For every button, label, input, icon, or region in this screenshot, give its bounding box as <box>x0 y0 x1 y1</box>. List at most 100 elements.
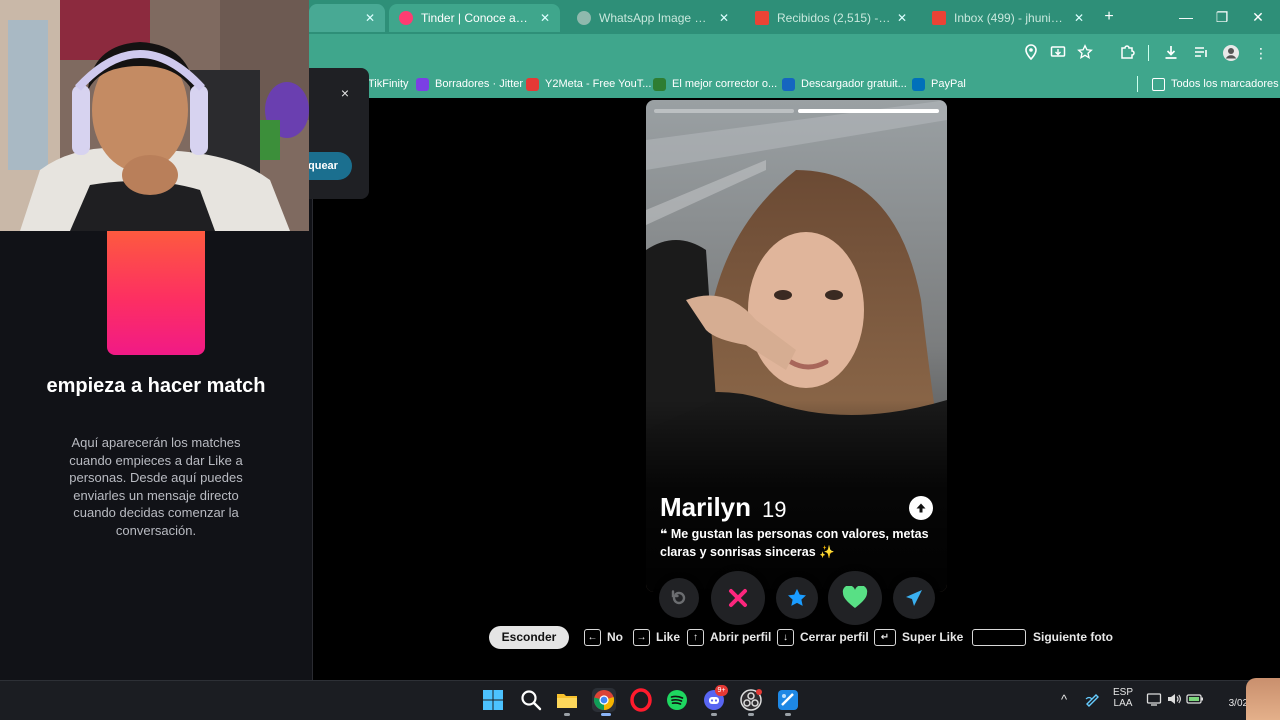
space-key-icon <box>972 629 1026 646</box>
menu-icon[interactable]: ⋮ <box>1252 44 1270 62</box>
input-language[interactable]: ESP LAA <box>1110 687 1136 709</box>
active-indicator <box>601 713 611 716</box>
photo-progress-bar-active[interactable] <box>798 109 939 113</box>
bookmark-label: TikFinity <box>368 78 409 90</box>
open-profile-button[interactable] <box>909 496 933 520</box>
tab-gmail-recibidos[interactable]: Recibidos (2,515) - icebos ✕ <box>745 4 917 32</box>
hint-label: No <box>607 630 623 644</box>
tab-close-icon[interactable]: ✕ <box>1074 11 1084 25</box>
tab-partial[interactable]: ✕ <box>309 4 385 32</box>
discord-badge: 9+ <box>715 685 728 696</box>
hint-label: Siguiente foto <box>1033 630 1113 644</box>
rewind-icon <box>671 590 686 605</box>
bookmark-label: Y2Meta - Free YouT... <box>545 78 652 90</box>
location-icon[interactable] <box>1022 44 1040 62</box>
nope-button[interactable] <box>711 571 765 625</box>
matches-empty-illustration <box>107 231 205 355</box>
photo-progress-bar[interactable] <box>654 109 794 113</box>
hint-label: Super Like <box>902 630 964 644</box>
tab-close-icon[interactable]: ✕ <box>897 11 907 25</box>
gmail-favicon-icon <box>755 11 769 25</box>
hint-no: ← No <box>584 628 623 646</box>
tab-close-icon[interactable]: ✕ <box>365 11 375 25</box>
bookmark-paypal[interactable]: PayPal <box>912 76 966 92</box>
chrome-icon[interactable] <box>592 688 616 712</box>
like-icon <box>842 586 868 608</box>
profile-card[interactable]: Marilyn 19 ❝ Me gustan las personas con … <box>646 100 947 592</box>
corrector-icon <box>653 77 666 91</box>
obs-icon[interactable] <box>739 688 763 712</box>
like-button[interactable] <box>828 571 882 625</box>
arrow-down-key-icon: ↓ <box>777 628 794 646</box>
image-favicon-icon <box>577 11 591 25</box>
all-bookmarks-folder[interactable]: Todos los marcadores <box>1152 76 1279 92</box>
bookmark-corrector[interactable]: El mejor corrector o... <box>653 76 777 92</box>
active-indicator <box>564 713 570 716</box>
y2meta-icon <box>526 77 539 91</box>
file-explorer-icon[interactable] <box>555 688 579 712</box>
popup-close-button[interactable]: × <box>336 84 354 102</box>
hint-next-photo: Siguiente foto <box>1033 628 1113 646</box>
spotify-icon[interactable] <box>665 688 689 712</box>
battery-icon[interactable] <box>1186 691 1204 710</box>
profile-age: 19 <box>762 497 787 522</box>
profile-icon[interactable] <box>1222 44 1240 62</box>
install-icon[interactable] <box>1049 44 1067 62</box>
profile-bio: ❝ Me gustan las personas con valores, me… <box>660 525 932 561</box>
descargador-icon <box>782 77 795 91</box>
webcam-feed-image <box>0 0 309 231</box>
app-icon[interactable] <box>776 688 800 712</box>
tab-gmail-inbox[interactable]: Inbox (499) - jhunialvarad ✕ <box>922 4 1094 32</box>
boost-button[interactable] <box>893 577 935 619</box>
hint-label: Like <box>656 630 681 644</box>
discord-icon[interactable]: 9+ <box>702 685 728 712</box>
arrow-up-key-icon: ↑ <box>687 628 704 646</box>
pen-icon[interactable] <box>1083 690 1103 711</box>
boost-icon <box>906 590 922 606</box>
opera-icon[interactable] <box>629 688 653 712</box>
bookmark-tikfinity[interactable]: TikFinity <box>368 76 409 92</box>
tab-close-icon[interactable]: ✕ <box>719 11 729 25</box>
tab-label: Inbox (499) - jhunialvarad <box>954 11 1068 25</box>
tab-whatsapp-image[interactable]: WhatsApp Image 2026-02 ✕ <box>567 4 739 32</box>
bookmark-label: Descargador gratuit... <box>801 78 907 90</box>
arrow-up-icon <box>916 503 926 513</box>
tab-label: Tinder | Conoce amigos y c <box>421 11 534 25</box>
tab-close-icon[interactable]: ✕ <box>540 11 550 25</box>
tab-tinder[interactable]: Tinder | Conoce amigos y c ✕ <box>389 4 560 32</box>
active-indicator <box>785 713 791 716</box>
super-like-button[interactable] <box>776 577 818 619</box>
profile-name: Marilyn <box>660 492 752 522</box>
rewind-button[interactable] <box>659 578 699 618</box>
bookmark-descargador[interactable]: Descargador gratuit... <box>782 76 907 92</box>
gmail-favicon-icon <box>932 11 946 25</box>
keyboard-layout-label: LAA <box>1113 698 1133 709</box>
hint-close-profile: ↓ Cerrar perfil <box>777 628 869 646</box>
bookmark-jitter[interactable]: Borradores · Jitter <box>416 76 523 92</box>
arrow-right-key-icon: → <box>633 628 650 646</box>
chevron-up-icon[interactable]: ^ <box>1056 692 1072 707</box>
network-icon[interactable] <box>1146 691 1162 710</box>
media-icon[interactable] <box>1192 44 1210 62</box>
search-icon[interactable] <box>519 688 543 712</box>
webcam-overlay <box>0 0 309 231</box>
download-icon[interactable] <box>1162 44 1180 62</box>
bookmarks-divider <box>1137 76 1138 92</box>
close-window-button[interactable]: ✕ <box>1236 0 1280 34</box>
volume-icon[interactable] <box>1166 691 1182 710</box>
super-like-icon <box>788 588 806 606</box>
star-icon[interactable] <box>1076 44 1094 62</box>
hint-label: Abrir perfil <box>710 630 772 644</box>
active-indicator <box>748 713 754 716</box>
hint-open-profile: ↑ Abrir perfil <box>687 628 771 646</box>
new-tab-button[interactable]: + <box>1099 7 1119 27</box>
windows-icon[interactable] <box>481 688 505 712</box>
hint-super-like: ↵ Super Like <box>874 628 963 646</box>
bookmark-y2meta[interactable]: Y2Meta - Free YouT... <box>526 76 651 92</box>
hint-label: Cerrar perfil <box>800 630 869 644</box>
tab-label: WhatsApp Image 2026-02 <box>599 11 713 25</box>
quote-icon: ❝ <box>660 527 668 541</box>
toolbar-divider <box>1148 45 1149 61</box>
hide-hints-button[interactable]: Esconder <box>489 626 569 649</box>
extensions-icon[interactable] <box>1118 44 1136 62</box>
